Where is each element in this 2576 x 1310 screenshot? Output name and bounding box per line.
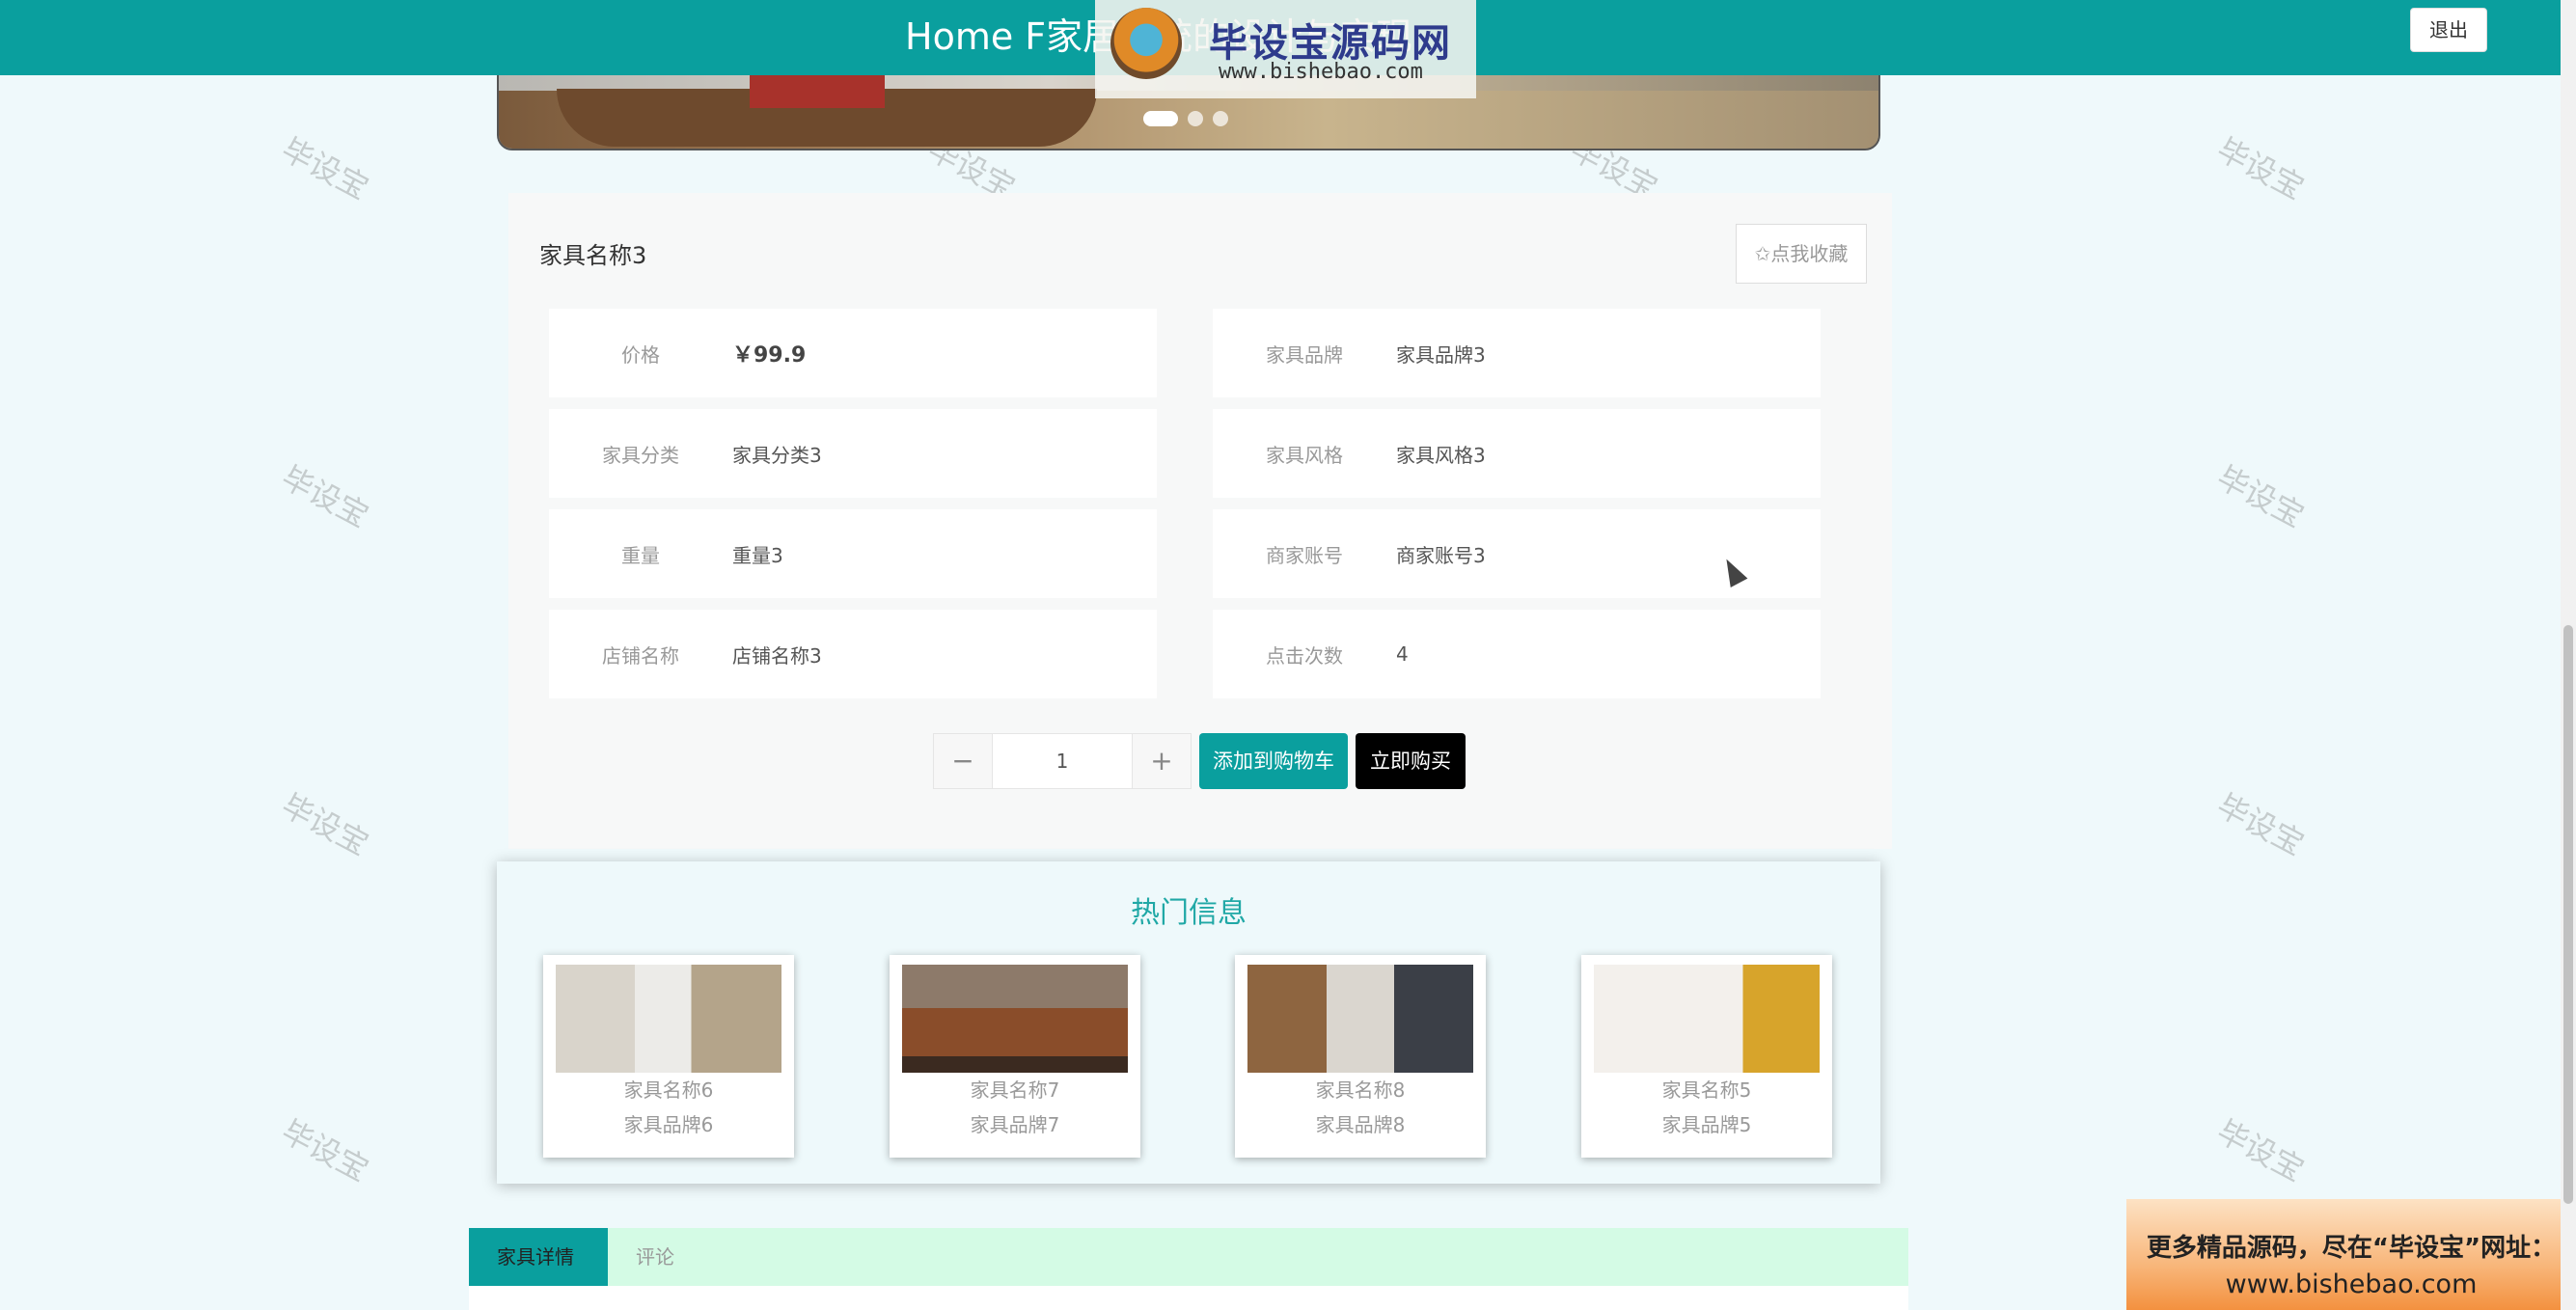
decrease-button[interactable]: − bbox=[934, 734, 992, 788]
banner-image-book bbox=[750, 75, 885, 108]
quantity-input[interactable] bbox=[992, 734, 1133, 788]
hot-item-brand: 家具品牌8 bbox=[1315, 1113, 1406, 1136]
hot-item-card[interactable]: 家具名称5 家具品牌5 bbox=[1581, 955, 1832, 1158]
info-cell-shop: 店铺名称 店铺名称3 bbox=[549, 610, 1157, 698]
quantity-stepper: − + bbox=[933, 733, 1192, 789]
info-label: 重量 bbox=[621, 543, 660, 567]
hot-item-name: 家具名称8 bbox=[1315, 1078, 1406, 1102]
favorite-button[interactable]: ✩点我收藏 bbox=[1736, 224, 1867, 284]
hot-item-card[interactable]: 家具名称7 家具品牌7 bbox=[890, 955, 1140, 1158]
hot-item-image[interactable] bbox=[902, 965, 1128, 1073]
carousel-dot[interactable] bbox=[1188, 111, 1203, 126]
brand-url: www.bishebao.com bbox=[1219, 60, 1423, 84]
watermark: 毕设宝 bbox=[275, 130, 375, 207]
info-value: 店铺名称3 bbox=[732, 643, 822, 668]
info-value: 重量3 bbox=[732, 543, 783, 567]
purchase-row: − + 添加到购物车 立即购买 bbox=[933, 733, 1466, 789]
info-label: 店铺名称 bbox=[602, 643, 679, 668]
hot-item-brand: 家具品牌6 bbox=[623, 1113, 714, 1136]
promo-banner[interactable]: 更多精品源码，尽在“毕设宝”网址： www.bishebao.com bbox=[2126, 1199, 2576, 1310]
product-name: 家具名称3 bbox=[539, 242, 647, 269]
hot-item-name: 家具名称6 bbox=[623, 1078, 714, 1102]
info-value: 家具品牌3 bbox=[1396, 342, 1486, 367]
hot-item-image[interactable] bbox=[1247, 965, 1473, 1073]
watermark: 毕设宝 bbox=[275, 458, 375, 535]
product-detail-card: 家具名称3 ✩点我收藏 价格 ￥99.9 家具品牌 家具品牌3 家具分类 家具分… bbox=[508, 193, 1892, 849]
info-cell-brand: 家具品牌 家具品牌3 bbox=[1213, 309, 1821, 397]
logout-button[interactable]: 退出 bbox=[2410, 8, 2487, 52]
info-cell-price: 价格 ￥99.9 bbox=[549, 309, 1157, 397]
info-cell-clicks: 点击次数 4 bbox=[1213, 610, 1821, 698]
detail-tabs: 家具详情 评论 bbox=[469, 1228, 1908, 1286]
tab-comments[interactable]: 评论 bbox=[608, 1228, 702, 1286]
promo-line1: 更多精品源码，尽在“毕设宝”网址： bbox=[2146, 1234, 2557, 1263]
info-value: 家具风格3 bbox=[1396, 443, 1486, 467]
product-info-grid: 价格 ￥99.9 家具品牌 家具品牌3 家具分类 家具分类3 家具风格 家具风格… bbox=[549, 309, 1825, 698]
info-value: 家具分类3 bbox=[732, 443, 822, 467]
watermark: 毕设宝 bbox=[2210, 130, 2311, 207]
hot-item-name: 家具名称5 bbox=[1661, 1078, 1752, 1102]
brand-watermark: 毕设宝源码网 www.bishebao.com bbox=[1095, 0, 1476, 98]
info-label: 点击次数 bbox=[1266, 643, 1343, 668]
buy-now-button[interactable]: 立即购买 bbox=[1356, 733, 1466, 789]
watermark: 毕设宝 bbox=[2210, 786, 2311, 863]
carousel-indicators bbox=[1143, 111, 1228, 126]
info-label: 价格 bbox=[621, 342, 660, 367]
scrollbar-thumb[interactable] bbox=[2563, 625, 2573, 1204]
increase-button[interactable]: + bbox=[1133, 734, 1191, 788]
info-value: ￥99.9 bbox=[732, 343, 807, 368]
tab-content bbox=[469, 1286, 1908, 1310]
hot-info-section: 热门信息 家具名称6 家具品牌6 家具名称7 家具品牌7 家具名称8 家具品牌8… bbox=[497, 861, 1880, 1184]
hot-item-card[interactable]: 家具名称8 家具品牌8 bbox=[1235, 955, 1486, 1158]
info-cell-category: 家具分类 家具分类3 bbox=[549, 409, 1157, 498]
info-cell-style: 家具风格 家具风格3 bbox=[1213, 409, 1821, 498]
carousel-dot[interactable] bbox=[1143, 111, 1178, 126]
promo-url: www.bishebao.com bbox=[2225, 1269, 2478, 1299]
info-label: 家具风格 bbox=[1266, 443, 1343, 467]
hot-item-name: 家具名称7 bbox=[970, 1078, 1060, 1102]
tab-furniture-detail[interactable]: 家具详情 bbox=[469, 1228, 608, 1286]
hot-item-card[interactable]: 家具名称6 家具品牌6 bbox=[543, 955, 794, 1158]
add-to-cart-button[interactable]: 添加到购物车 bbox=[1199, 733, 1348, 789]
watermark: 毕设宝 bbox=[275, 1112, 375, 1189]
hot-section-title: 热门信息 bbox=[1131, 896, 1247, 930]
watermark: 毕设宝 bbox=[275, 786, 375, 863]
hot-item-image[interactable] bbox=[1594, 965, 1820, 1073]
watermark: 毕设宝 bbox=[2210, 1112, 2311, 1189]
page-scrollbar[interactable] bbox=[2561, 0, 2576, 1310]
info-label: 家具品牌 bbox=[1266, 342, 1343, 367]
info-label: 家具分类 bbox=[602, 443, 679, 467]
hot-item-brand: 家具品牌7 bbox=[970, 1113, 1060, 1136]
info-cell-weight: 重量 重量3 bbox=[549, 509, 1157, 598]
info-label: 商家账号 bbox=[1266, 543, 1343, 567]
info-value: 4 bbox=[1396, 642, 1409, 666]
carousel-dot[interactable] bbox=[1213, 111, 1228, 126]
brand-logo-icon bbox=[1110, 8, 1182, 79]
info-value: 商家账号3 bbox=[1396, 543, 1486, 567]
hot-item-image[interactable] bbox=[556, 965, 781, 1073]
hot-item-brand: 家具品牌5 bbox=[1661, 1113, 1752, 1136]
watermark: 毕设宝 bbox=[2210, 458, 2311, 535]
